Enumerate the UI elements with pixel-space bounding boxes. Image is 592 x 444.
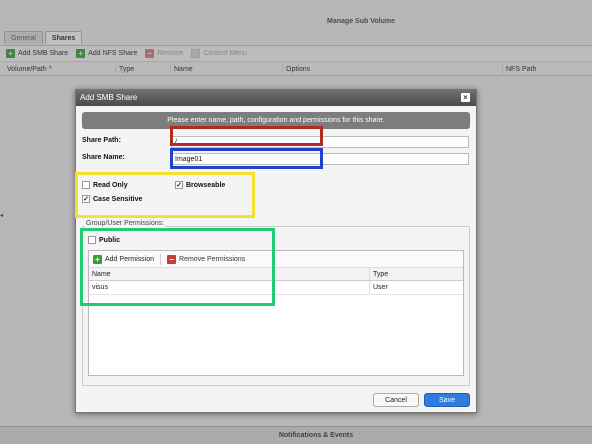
save-button[interactable]: Save [424,393,470,407]
permissions-table-header: Name Type [89,268,463,281]
share-name-input[interactable]: Image01 [171,153,469,165]
share-name-label: Share Name: [82,154,125,161]
row-name: visus [92,284,108,291]
case-sensitive-label: Case Sensitive [93,195,143,203]
read-only-option[interactable]: Read Only [82,181,128,189]
browseable-checkbox[interactable]: ✓ [175,181,183,189]
column-header-name[interactable]: Name [89,268,111,281]
case-sensitive-checkbox[interactable]: ✓ [82,195,90,203]
public-label: Public [99,236,121,244]
permissions-toolbar: + Add Permission − Remove Permissions [89,251,463,268]
table-row[interactable]: visus User [89,281,463,295]
browseable-label: Browseable [186,181,226,189]
permissions-group-legend: Group/User Permissions: [85,220,166,227]
remove-permissions-button[interactable]: − Remove Permissions [167,254,246,264]
dialog-title-bar: Add SMB Share × [76,90,476,106]
permissions-table: + Add Permission − Remove Permissions Na… [88,250,464,376]
public-option[interactable]: Public [88,236,120,244]
add-smb-share-dialog: Add SMB Share × Please enter name, path,… [75,89,477,413]
public-checkbox[interactable] [88,236,96,244]
row-type: User [369,281,465,294]
share-path-input[interactable]: / [171,136,469,148]
dialog-title: Add SMB Share [80,93,138,102]
browseable-option[interactable]: ✓ Browseable [175,181,225,189]
read-only-label: Read Only [93,181,128,189]
close-icon[interactable]: × [461,93,470,102]
minus-icon: − [167,254,177,264]
instruction-banner: Please enter name, path, configuration a… [82,112,470,129]
add-permission-label: Add Permission [105,255,155,263]
toolbar-divider [160,253,162,265]
read-only-checkbox[interactable] [82,181,90,189]
case-sensitive-option[interactable]: ✓ Case Sensitive [82,195,142,203]
remove-permissions-label: Remove Permissions [179,255,246,263]
share-path-label: Share Path: [82,137,121,144]
cancel-button[interactable]: Cancel [373,393,419,407]
column-header-type[interactable]: Type [369,268,465,280]
add-permission-button[interactable]: + Add Permission [93,254,155,264]
plus-icon: + [93,254,102,264]
